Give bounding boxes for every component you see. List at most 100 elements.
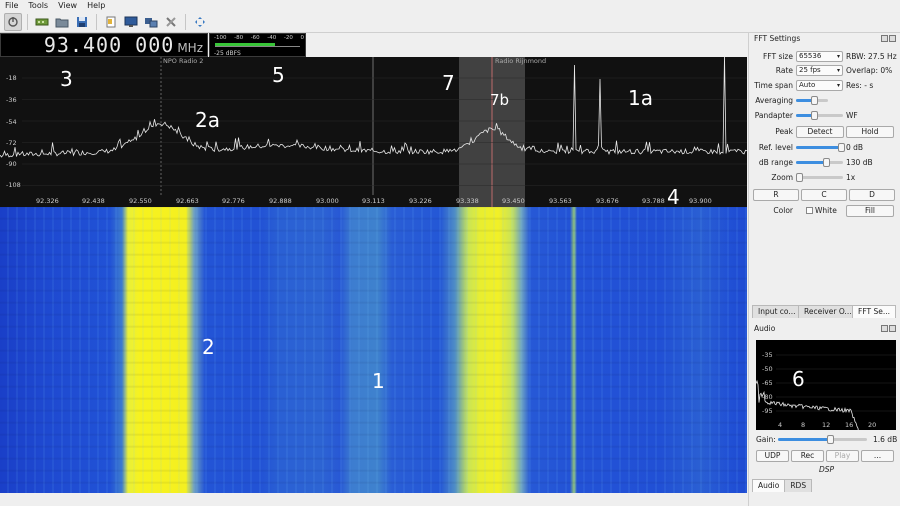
x-axis-label: 93.563 xyxy=(549,197,572,205)
audio-spectrum: -35 -50 -65 -80 -95 4 8 12 16 20 6 xyxy=(756,340,896,430)
audio-options-button[interactable]: ... xyxy=(861,449,894,462)
rate-combo[interactable]: 25 fps ▾ xyxy=(796,65,843,76)
audio-title: Audio xyxy=(754,324,776,333)
x-axis-label: 93.226 xyxy=(409,197,432,205)
station-label-npo[interactable]: NPO Radio 2 xyxy=(163,57,203,65)
float-icon[interactable] xyxy=(881,35,888,42)
y-axis-label: -54 xyxy=(6,118,17,126)
reset-button[interactable]: R xyxy=(753,188,799,201)
save-icon[interactable] xyxy=(73,13,91,31)
annotation-7b: 7b xyxy=(490,91,510,109)
menu-bar: File Tools View Help xyxy=(0,0,900,11)
x-axis-label: 93.000 xyxy=(316,197,339,205)
frequency-digits[interactable]: 93.400 000 xyxy=(44,33,174,57)
gain-row: Gain: 1.6 dB xyxy=(749,433,900,446)
gain-slider[interactable] xyxy=(778,434,867,445)
meter-scale-label: -80 xyxy=(234,35,244,41)
db-range-slider[interactable] xyxy=(796,157,843,168)
spectrum-plot[interactable]: NPO Radio 2 Radio Rijnmond -18 -36 -54 -… xyxy=(0,57,747,207)
hardware-icon[interactable] xyxy=(33,13,51,31)
signal-meter: -100 -80 -60 -40 -20 0 -25 dBFS xyxy=(209,33,306,57)
zoom-slider[interactable] xyxy=(796,172,843,183)
hold-button[interactable]: Hold xyxy=(846,125,894,138)
slider-handle[interactable] xyxy=(837,143,845,152)
demod-button[interactable]: D xyxy=(849,188,895,201)
timespan-value: Auto xyxy=(799,81,816,89)
tab-input-controls[interactable]: Input co... xyxy=(752,305,799,318)
x-axis-label: 93.788 xyxy=(642,197,665,205)
x-axis-label: 93.113 xyxy=(362,197,385,205)
frequency-display[interactable]: 93.400 000 MHz xyxy=(0,33,208,57)
toolbar-separator xyxy=(27,13,28,30)
network-icon[interactable] xyxy=(142,13,160,31)
peak-row: Peak Detect Hold xyxy=(749,125,900,138)
chevron-down-icon: ▾ xyxy=(836,82,840,89)
x-axis-label: 93.338 xyxy=(456,197,479,205)
fullscreen-icon[interactable] xyxy=(191,13,209,31)
menu-view[interactable]: View xyxy=(53,0,82,11)
tab-rds[interactable]: RDS xyxy=(784,479,813,492)
close-icon[interactable] xyxy=(889,325,896,332)
slider-handle[interactable] xyxy=(827,435,835,444)
fill-button[interactable]: Fill xyxy=(846,204,894,217)
spectrum-svg xyxy=(0,57,747,207)
gain-value: 1.6 dB xyxy=(873,435,898,444)
meter-scale-label: 0 xyxy=(300,35,304,41)
audio-y-label: -35 xyxy=(762,351,773,359)
averaging-label: Averaging xyxy=(755,96,793,105)
ref-level-label: Ref. level xyxy=(758,143,793,152)
x-axis-label: 92.550 xyxy=(129,197,152,205)
tab-receiver-options[interactable]: Receiver O... xyxy=(798,305,853,318)
tab-fft-settings[interactable]: FFT Se... xyxy=(852,305,896,318)
close-icon[interactable] xyxy=(889,35,896,42)
dsp-label: DSP xyxy=(819,465,835,474)
averaging-slider[interactable] xyxy=(796,95,828,106)
tab-audio[interactable]: Audio xyxy=(752,479,786,492)
annotation-3: 3 xyxy=(60,67,73,91)
gqrx-window: File Tools View Help 93.400 000 MHz -100… xyxy=(0,0,900,506)
pandapter-slider[interactable] xyxy=(796,110,843,121)
play-button[interactable]: Play xyxy=(826,449,859,462)
menu-tools[interactable]: Tools xyxy=(23,0,53,11)
slider-handle[interactable] xyxy=(822,158,830,167)
zoom-value: 1x xyxy=(846,173,856,182)
station-label-rijnmond[interactable]: Radio Rijnmond xyxy=(495,57,546,65)
rate-value: 25 fps xyxy=(799,66,821,74)
white-checkbox[interactable] xyxy=(806,207,813,214)
slider-handle[interactable] xyxy=(811,96,819,105)
annotation-5: 5 xyxy=(272,63,285,87)
timespan-combo[interactable]: Auto ▾ xyxy=(796,80,843,91)
record-button[interactable]: Rec xyxy=(791,449,824,462)
waterfall-rows xyxy=(0,207,747,493)
detect-button[interactable]: Detect xyxy=(796,125,844,138)
fft-size-combo[interactable]: 65536 ▾ xyxy=(796,51,843,62)
menu-help[interactable]: Help xyxy=(82,0,110,11)
pandapter-label: Pandapter xyxy=(754,111,793,120)
slider-handle[interactable] xyxy=(810,111,818,120)
screen-icon[interactable] xyxy=(122,13,140,31)
color-label: Color xyxy=(773,206,793,215)
slider-handle[interactable] xyxy=(796,173,803,182)
slider-fill xyxy=(796,146,842,149)
power-icon[interactable] xyxy=(4,12,22,31)
meter-scale-label: -40 xyxy=(267,35,277,41)
document-icon[interactable] xyxy=(102,13,120,31)
open-icon[interactable] xyxy=(53,13,71,31)
meter-scale-label: -100 xyxy=(214,35,227,41)
tools-icon[interactable] xyxy=(162,13,180,31)
float-icon[interactable] xyxy=(881,325,888,332)
chevron-down-icon: ▾ xyxy=(836,53,840,60)
center-button[interactable]: C xyxy=(801,188,847,201)
udp-button[interactable]: UDP xyxy=(756,449,789,462)
ref-level-slider[interactable] xyxy=(796,142,845,153)
slider-track xyxy=(796,176,843,179)
audio-x-label: 20 xyxy=(868,421,877,429)
waterfall-display[interactable]: 2 1 xyxy=(0,207,747,493)
toolbar-separator xyxy=(96,13,97,30)
menu-file[interactable]: File xyxy=(0,0,23,11)
x-axis-label: 92.663 xyxy=(176,197,199,205)
x-axis-label: 93.450 xyxy=(502,197,525,205)
frequency-unit: MHz xyxy=(177,40,203,55)
y-axis-label: -108 xyxy=(6,181,21,189)
ref-level-value: 0 dB xyxy=(846,143,864,152)
